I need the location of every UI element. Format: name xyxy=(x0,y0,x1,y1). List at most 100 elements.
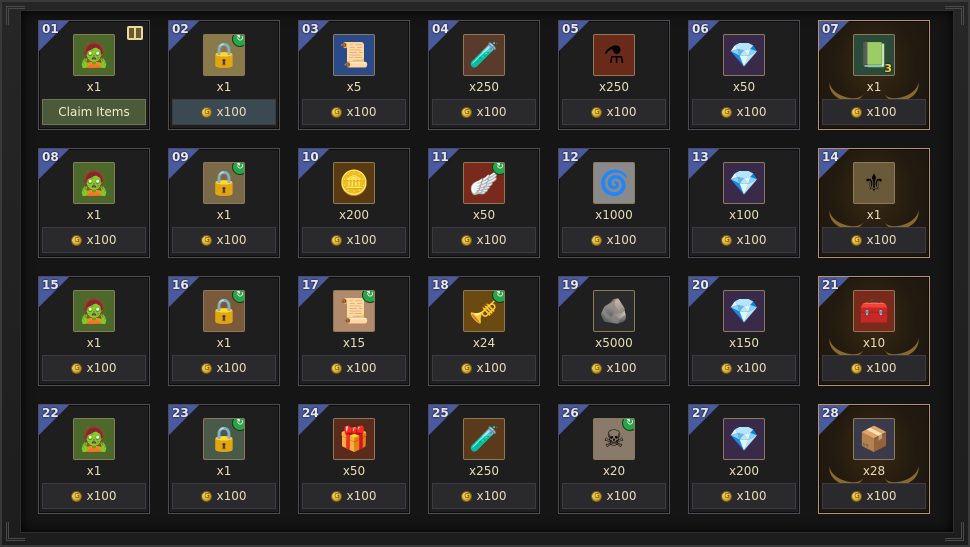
gift-box-icon[interactable] xyxy=(127,26,143,40)
reward-slot[interactable]: 12 🌀 x1000 Gx100 xyxy=(558,148,670,258)
buy-price-button[interactable]: Gx100 xyxy=(822,483,926,509)
reward-slot[interactable]: 13 💎 x100 Gx100 xyxy=(688,148,800,258)
slot-number: 02 xyxy=(172,22,189,36)
gold-coin-icon: G xyxy=(721,362,733,374)
blue-potion-icon-glyph: 🧪 xyxy=(469,41,499,69)
reward-slot[interactable]: 20 💎 x150 Gx100 xyxy=(688,276,800,386)
gold-coin-icon: G xyxy=(201,362,213,374)
reward-slot[interactable]: 26 ☠ ↻ x20 Gx100 xyxy=(558,404,670,514)
reward-slot[interactable]: 04 🧪 x250 Gx100 xyxy=(428,20,540,130)
reward-slot[interactable]: 27 💎 x200 Gx100 xyxy=(688,404,800,514)
reward-slot[interactable]: 21 🧰 x10 Gx100 xyxy=(818,276,930,386)
claim-items-button[interactable]: Claim Items xyxy=(42,99,146,125)
gold-coin-icon: G xyxy=(591,106,603,118)
gold-coin-icon: G xyxy=(331,106,343,118)
reward-slot[interactable]: 01 🧟 x1 Claim Items xyxy=(38,20,150,130)
buy-price-button[interactable]: Gx100 xyxy=(172,483,276,509)
slot-number: 14 xyxy=(822,150,839,164)
crystal-icon-glyph: 💎 xyxy=(729,41,759,69)
buy-price-button[interactable]: Gx100 xyxy=(42,355,146,381)
gold-coin-icon: G xyxy=(851,106,863,118)
slot-number: 20 xyxy=(692,278,709,292)
buy-price-button[interactable]: Gx100 xyxy=(822,99,926,125)
price-label: x100 xyxy=(476,105,507,119)
refresh-badge-icon: ↻ xyxy=(232,35,244,47)
buy-price-button[interactable]: Gx100 xyxy=(562,355,666,381)
price-label: x100 xyxy=(476,489,507,503)
item-quantity: x1 xyxy=(866,208,882,222)
reward-slot[interactable]: 02 🔒 ↻ x1 Gx100 xyxy=(168,20,280,130)
buy-price-button[interactable]: Gx100 xyxy=(42,483,146,509)
buy-price-button[interactable]: Gx100 xyxy=(172,355,276,381)
buy-price-button[interactable]: Gx100 xyxy=(302,483,406,509)
reward-slot[interactable]: 23 🔒 ↻ x1 Gx100 xyxy=(168,404,280,514)
price-label: x100 xyxy=(216,233,247,247)
buy-price-button[interactable]: Gx100 xyxy=(562,227,666,253)
buy-price-button[interactable]: Gx100 xyxy=(302,355,406,381)
buy-price-button[interactable]: Gx100 xyxy=(42,227,146,253)
reward-slot[interactable]: 06 💎 x50 Gx100 xyxy=(688,20,800,130)
item-quantity: x1 xyxy=(86,336,102,350)
buy-price-button[interactable]: Gx100 xyxy=(562,483,666,509)
buy-price-button[interactable]: Gx100 xyxy=(302,227,406,253)
item-quantity: x5 xyxy=(346,80,362,94)
reward-slot[interactable]: 17 📜 ↻ x15 Gx100 xyxy=(298,276,410,386)
item-quantity: x1 xyxy=(216,336,232,350)
refresh-badge-icon: ↻ xyxy=(362,291,374,303)
reward-slot[interactable]: 19 🪨 x5000 Gx100 xyxy=(558,276,670,386)
reward-slot[interactable]: 11 🪽 ↻ x50 Gx100 xyxy=(428,148,540,258)
buy-price-button[interactable]: Gx100 xyxy=(692,99,796,125)
price-label: x100 xyxy=(216,361,247,375)
green-tome-icon: 📗 3 xyxy=(853,34,895,76)
buy-price-button[interactable]: Gx100 xyxy=(432,99,536,125)
buy-price-button[interactable]: Gx100 xyxy=(822,355,926,381)
item-quantity: x250 xyxy=(598,80,629,94)
reward-slot[interactable]: 28 📦 x28 Gx100 xyxy=(818,404,930,514)
slot-number: 06 xyxy=(692,22,709,36)
item-quantity: x1 xyxy=(216,80,232,94)
buy-price-button[interactable]: Gx100 xyxy=(432,227,536,253)
buy-price-button[interactable]: Gx100 xyxy=(692,355,796,381)
gold-coin-icon: G xyxy=(721,234,733,246)
buy-price-button[interactable]: Gx100 xyxy=(822,227,926,253)
buy-price-button[interactable]: Gx100 xyxy=(432,483,536,509)
reward-slot[interactable]: 14 ⚜ x1 Gx100 xyxy=(818,148,930,258)
buy-price-button[interactable]: Gx100 xyxy=(562,99,666,125)
reward-slot[interactable]: 22 🧟 x1 Gx100 xyxy=(38,404,150,514)
item-quantity: x1 xyxy=(216,464,232,478)
zombie-figure-icon-glyph: 🧟 xyxy=(79,169,109,197)
gold-coin-icon: G xyxy=(331,490,343,502)
price-label: x100 xyxy=(736,361,767,375)
slot-number: 23 xyxy=(172,406,189,420)
price-label: x100 xyxy=(736,105,767,119)
slot-number: 24 xyxy=(302,406,319,420)
parchment-scroll-icon: 📜 ↻ xyxy=(333,290,375,332)
crystal-icon-glyph: 💎 xyxy=(729,425,759,453)
reward-slot[interactable]: 07 📗 3 x1 Gx100 xyxy=(818,20,930,130)
reward-slot[interactable]: 08 🧟 x1 Gx100 xyxy=(38,148,150,258)
zombie-figure-icon: 🧟 xyxy=(73,290,115,332)
reward-slot[interactable]: 25 🧪 x250 Gx100 xyxy=(428,404,540,514)
reward-slot[interactable]: 03 📜 x5 Gx100 xyxy=(298,20,410,130)
price-label: x100 xyxy=(866,105,897,119)
buy-price-button[interactable]: Gx100 xyxy=(172,99,276,125)
buy-price-button[interactable]: Gx100 xyxy=(302,99,406,125)
locked-chest-icon: 🔒 ↻ xyxy=(203,162,245,204)
reward-slot[interactable]: 18 🎺 ↻ x24 Gx100 xyxy=(428,276,540,386)
buy-price-button[interactable]: Gx100 xyxy=(172,227,276,253)
buy-price-button[interactable]: Gx100 xyxy=(692,483,796,509)
zombie-figure-icon: 🧟 xyxy=(73,418,115,460)
item-quantity: x24 xyxy=(472,336,496,350)
refresh-badge-icon: ↻ xyxy=(232,163,244,175)
gold-coin-icon: G xyxy=(461,234,473,246)
buy-price-button[interactable]: Gx100 xyxy=(432,355,536,381)
reward-slot[interactable]: 09 🔒 ↻ x1 Gx100 xyxy=(168,148,280,258)
reward-slot[interactable]: 10 🪙 x200 Gx100 xyxy=(298,148,410,258)
reward-slot[interactable]: 16 🔒 ↻ x1 Gx100 xyxy=(168,276,280,386)
buy-price-button[interactable]: Gx100 xyxy=(692,227,796,253)
reward-slot[interactable]: 15 🧟 x1 Gx100 xyxy=(38,276,150,386)
crystal-icon-glyph: 💎 xyxy=(729,297,759,325)
reward-slot[interactable]: 05 ⚗ x250 Gx100 xyxy=(558,20,670,130)
reward-slot[interactable]: 24 🎁 x50 Gx100 xyxy=(298,404,410,514)
item-quantity: x28 xyxy=(862,464,886,478)
